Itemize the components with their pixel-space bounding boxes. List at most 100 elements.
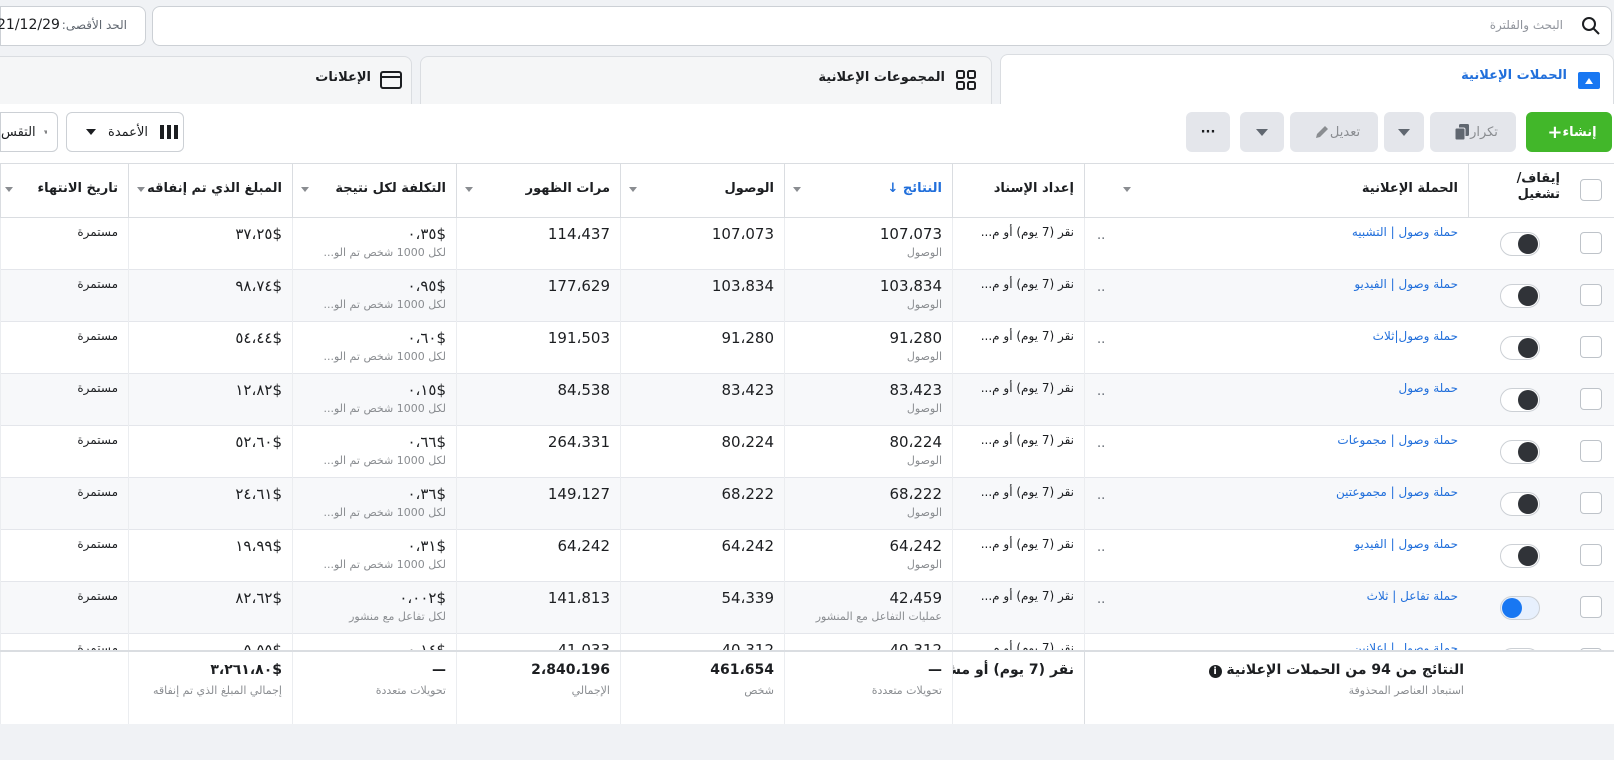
date-range-picker[interactable]: الحد الأقصى: 21/12/29 (0, 6, 146, 46)
col-results[interactable]: النتائج ↓ (784, 163, 952, 218)
create-button[interactable]: + إنشاء (1526, 112, 1612, 152)
campaign-toggle[interactable] (1500, 284, 1540, 308)
columns-button[interactable]: الأعمدة (66, 112, 184, 152)
table-row[interactable]: حملة وصول | مجموعتين.. نقر (7 يوم) أو م..… (0, 478, 1614, 530)
table-row[interactable]: حملة وصول | الفيديو.. نقر (7 يوم) أو م...… (0, 530, 1614, 582)
campaign-toggle[interactable] (1500, 336, 1540, 360)
row-more-icon[interactable]: .. (1097, 592, 1105, 607)
campaign-toggle[interactable] (1500, 492, 1540, 516)
campaign-link[interactable]: حملة وصول | إعلانين (1353, 641, 1458, 650)
results-cell: 64،242 الوصول (784, 530, 952, 582)
col-reach[interactable]: الوصول (620, 163, 784, 218)
row-checkbox[interactable] (1580, 596, 1602, 618)
cost-value: $٠،١٥ (407, 381, 446, 399)
results-subtext: الوصول (906, 454, 942, 467)
tab-adsets[interactable]: المجموعات الإعلانية (420, 56, 992, 104)
row-checkbox[interactable] (1580, 440, 1602, 462)
spent-cell: $٥٤،٤٤ (128, 322, 292, 374)
cost-cell: $٠،٠٠٢ لكل تفاعل مع منشور (292, 582, 456, 634)
tab-ads[interactable]: الإعلانات (0, 56, 412, 104)
more-button[interactable]: ··· (1186, 112, 1230, 152)
select-all-checkbox[interactable] (1580, 179, 1602, 201)
col-end-date[interactable]: تاريخ الانتهاء (0, 163, 128, 218)
duplicate-dropdown[interactable] (1384, 112, 1424, 152)
campaign-toggle[interactable] (1500, 232, 1540, 256)
col-campaign[interactable]: الحملة الإعلانية (1084, 163, 1468, 218)
end-value: مستمرة (77, 433, 118, 447)
table-row[interactable]: حملة وصول | إعلانين.. نقر (7 يوم) أو م...… (0, 634, 1614, 650)
campaign-link[interactable]: حملة وصول | مجموعتين (1336, 485, 1458, 499)
row-checkbox[interactable] (1580, 232, 1602, 254)
footer-attribution: نقر (7 يوم) أو مش... (952, 652, 1084, 724)
row-more-icon[interactable]: .. (1097, 540, 1105, 555)
campaign-link[interactable]: حملة وصول | مجموعات (1337, 433, 1458, 447)
campaign-link[interactable]: حملة وصول | الفيديو (1354, 537, 1458, 551)
attribution-cell: نقر (7 يوم) أو م... (952, 322, 1084, 374)
results-value: 83،423 (889, 381, 942, 399)
edit-button[interactable]: تعديل (1290, 112, 1378, 152)
toggle-knob (1518, 546, 1538, 566)
campaign-link[interactable]: حملة وصول|ثلاث (1373, 329, 1458, 343)
results-subtext: الوصول (906, 350, 942, 363)
row-checkbox[interactable] (1580, 492, 1602, 514)
table-row[interactable]: حملة وصول|ثلاث.. نقر (7 يوم) أو م... 91،28… (0, 322, 1614, 374)
tab-campaigns[interactable]: الحملات الإعلانية (1000, 54, 1614, 104)
plus-icon: + (1547, 121, 1563, 143)
row-more-icon[interactable]: .. (1097, 280, 1105, 295)
spent-value: $٥٢،٦٠ (235, 433, 282, 451)
row-more-icon[interactable]: .. (1097, 436, 1105, 451)
cost-cell: $٠،٩٥ لكل 1000 شخص تم الو... (292, 270, 456, 322)
cost-cell: $٠،٦٦ لكل 1000 شخص تم الو... (292, 426, 456, 478)
row-more-icon[interactable]: .. (1097, 332, 1105, 347)
results-subtext: الوصول (906, 506, 942, 519)
results-value: 68،222 (889, 485, 942, 503)
row-checkbox[interactable] (1580, 388, 1602, 410)
table-row[interactable]: حملة تفاعل | ثلاث.. نقر (7 يوم) أو م... 42… (0, 582, 1614, 634)
spent-cell: $٥،٥٥ (128, 634, 292, 650)
spent-cell: $١٩،٩٩ (128, 530, 292, 582)
campaign-link[interactable]: حملة وصول | التشبيه (1352, 225, 1458, 239)
reach-cell: 68،222 (620, 478, 784, 530)
campaign-link[interactable]: حملة وصول (1399, 381, 1458, 395)
duplicate-button[interactable]: تكرار (1430, 112, 1516, 152)
col-impressions[interactable]: مرات الظهور (456, 163, 620, 218)
table-row[interactable]: حملة وصول.. نقر (7 يوم) أو م... 83،423 الوص… (0, 374, 1614, 426)
cost-value: $٠،٩٥ (407, 277, 446, 295)
table-row[interactable]: حملة وصول | التشبيه.. نقر (7 يوم) أو م...… (0, 218, 1614, 270)
campaign-link[interactable]: حملة تفاعل | ثلاث (1367, 589, 1458, 603)
col-spent[interactable]: المبلغ الذي تم إنفاقه (128, 163, 292, 218)
table-row[interactable]: حملة وصول | الفيديو.. نقر (7 يوم) أو م...… (0, 270, 1614, 322)
row-checkbox[interactable] (1580, 284, 1602, 306)
cost-cell: $٠،١٥ لكل 1000 شخص تم الو... (292, 374, 456, 426)
col-toggle[interactable]: إيقاف/ تشغيل (1468, 163, 1570, 218)
campaign-toggle[interactable] (1500, 544, 1540, 568)
cost-subtext: لكل 1000 شخص تم الو... (323, 298, 446, 311)
campaign-toggle[interactable] (1500, 440, 1540, 464)
reach-value: 83،423 (721, 381, 774, 399)
campaign-name-cell: حملة تفاعل | ثلاث.. (1084, 582, 1468, 634)
col-attribution[interactable]: إعداد الإسناد (952, 163, 1084, 218)
tab-adsets-label: المجموعات الإعلانية (818, 70, 945, 85)
row-more-icon[interactable]: .. (1097, 384, 1105, 399)
attribution-value: نقر (7 يوم) أو م... (980, 485, 1074, 499)
edit-dropdown[interactable] (1240, 112, 1284, 152)
results-cell: 68،222 الوصول (784, 478, 952, 530)
search-input[interactable]: البحث والفلترة (152, 6, 1612, 46)
copy-icon (1454, 124, 1470, 141)
attribution-cell: نقر (7 يوم) أو م... (952, 374, 1084, 426)
attribution-value: نقر (7 يوم) أو م... (980, 277, 1074, 291)
toggle-knob (1518, 338, 1538, 358)
chevron-down-icon (1398, 128, 1410, 136)
footer-impressions: 2،840،196 الإجمالي (456, 652, 620, 724)
row-more-icon[interactable]: .. (1097, 228, 1105, 243)
row-checkbox[interactable] (1580, 336, 1602, 358)
campaign-toggle[interactable] (1500, 388, 1540, 412)
row-checkbox[interactable] (1580, 544, 1602, 566)
breakdown-button[interactable]: التقس (0, 112, 58, 152)
table-row[interactable]: حملة وصول | مجموعات.. نقر (7 يوم) أو م...… (0, 426, 1614, 478)
campaign-toggle[interactable] (1500, 596, 1540, 620)
row-more-icon[interactable]: .. (1097, 488, 1105, 503)
campaign-link[interactable]: حملة وصول | الفيديو (1354, 277, 1458, 291)
col-cost[interactable]: التكلفة لكل نتيجة (292, 163, 456, 218)
impressions-cell: 191،503 (456, 322, 620, 374)
